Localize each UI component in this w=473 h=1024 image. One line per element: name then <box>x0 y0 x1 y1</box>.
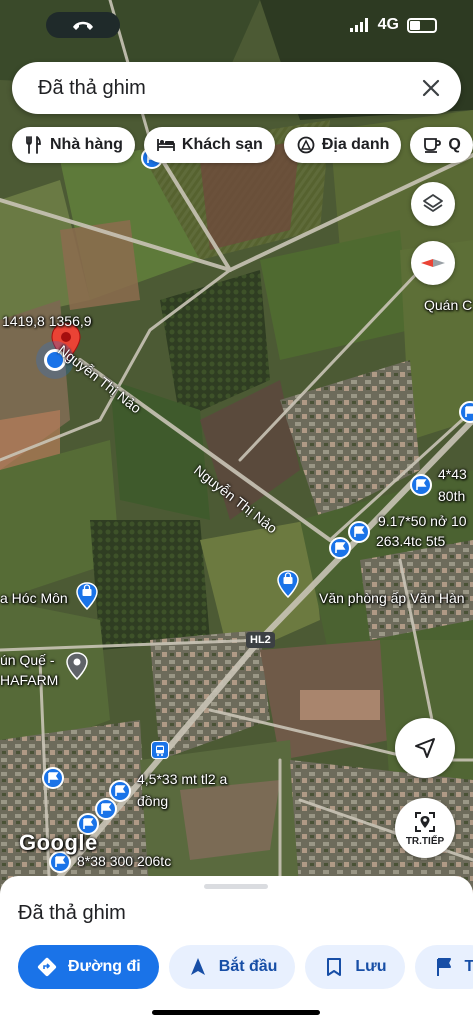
route-shield-hl2: HL2 <box>246 632 275 648</box>
flag-pin-icon[interactable] <box>410 474 432 496</box>
bookmark-icon <box>327 958 342 976</box>
chip-label: Nhà hàng <box>50 136 123 153</box>
place-label-4-5-33-line1: 4,5*33 mt tl2 a <box>137 771 228 787</box>
save-label: Lưu <box>355 958 387 975</box>
google-logo: Google <box>19 830 98 855</box>
drag-handle[interactable] <box>204 884 268 889</box>
coffee-icon <box>424 138 442 153</box>
hotel-icon <box>156 139 175 151</box>
network-type: 4G <box>377 16 399 33</box>
place-label-hoc-mon: a Hóc Môn <box>0 590 68 606</box>
place-label-9-17: 9.17*50 nở 10 <box>378 513 467 529</box>
my-location-button[interactable] <box>395 718 455 778</box>
chip-restaurants[interactable]: Nhà hàng <box>12 127 135 163</box>
directions-button[interactable]: Đường đi <box>18 945 159 989</box>
place-label-80th: 80th <box>438 488 466 504</box>
chip-label: Khách sạn <box>181 136 263 153</box>
place-label-hafarm: HAFARM <box>0 672 59 688</box>
chip-label: Địa danh <box>321 136 390 153</box>
close-icon[interactable] <box>419 76 443 100</box>
navigation-arrow-icon <box>415 738 435 758</box>
place-label-4-43: 4*43 <box>438 466 467 482</box>
shopping-bag-icon[interactable] <box>76 582 98 610</box>
search-bar[interactable]: Đã thả ghim <box>12 62 461 114</box>
start-label: Bắt đầu <box>218 958 278 975</box>
place-label-quan-c: Quán C <box>424 297 473 313</box>
place-bottom-sheet[interactable]: Đã thả ghim Đường đi Bắt đầu Lưu T <box>0 876 473 1024</box>
place-pin-icon[interactable] <box>66 652 88 680</box>
scan-location-icon <box>415 811 435 832</box>
landmark-icon <box>297 136 315 154</box>
phone-icon <box>73 21 93 30</box>
compass-icon <box>421 259 445 267</box>
chip-hotels[interactable]: Khách sạn <box>143 127 275 163</box>
place-label-263: 263.4tc 5t5 <box>376 533 446 549</box>
start-button[interactable]: Bắt đầu <box>168 945 296 989</box>
compass-button[interactable] <box>411 241 455 285</box>
status-bar: 4G <box>0 0 473 54</box>
layers-icon <box>423 194 443 212</box>
next-label: TR.TIẾP <box>405 835 445 847</box>
flag-icon <box>436 958 451 976</box>
directions-icon <box>37 957 57 977</box>
restaurant-icon <box>26 136 41 154</box>
shopping-bag-icon[interactable] <box>277 570 299 598</box>
flag-pin-icon[interactable] <box>329 537 351 559</box>
active-call-pill[interactable] <box>46 12 120 38</box>
chip-landmarks[interactable]: Địa danh <box>283 127 402 163</box>
flag-pin-icon[interactable] <box>109 780 131 802</box>
layers-button[interactable] <box>411 182 455 226</box>
navigation-icon <box>190 958 205 975</box>
battery-level <box>410 20 420 30</box>
home-indicator <box>152 1010 320 1015</box>
save-button[interactable]: Lưu <box>305 945 405 989</box>
place-label-4-5-33-line2: đồng <box>137 793 169 809</box>
flag-pin-icon[interactable] <box>95 798 117 820</box>
bus-stop-icon[interactable] <box>151 741 169 759</box>
chip-label: Q <box>448 136 461 153</box>
flag-pin-icon[interactable] <box>348 521 370 543</box>
category-chips: Nhà hàng Khách sạn Địa danh Q <box>12 127 473 163</box>
dropped-pin-coordinates: 1419,8 1356,9 <box>2 313 92 329</box>
next-button[interactable]: TR.TIẾP <box>395 798 455 858</box>
battery-icon <box>407 17 437 33</box>
label-label: T <box>464 958 473 975</box>
directions-label: Đường đi <box>68 958 141 975</box>
sheet-title: Đã thả ghim <box>18 902 126 924</box>
place-label-que: ún Quế - <box>0 652 55 668</box>
signal-icon <box>349 18 368 32</box>
chip-cafes[interactable]: Q <box>410 127 473 163</box>
label-button[interactable]: T <box>414 945 473 989</box>
search-query[interactable]: Đã thả ghim <box>38 77 419 100</box>
place-label-van-phong: Văn phòng ấp Văn Hàn <box>319 590 465 606</box>
action-row: Đường đi Bắt đầu Lưu T <box>18 945 473 989</box>
flag-pin-icon[interactable] <box>42 767 64 789</box>
